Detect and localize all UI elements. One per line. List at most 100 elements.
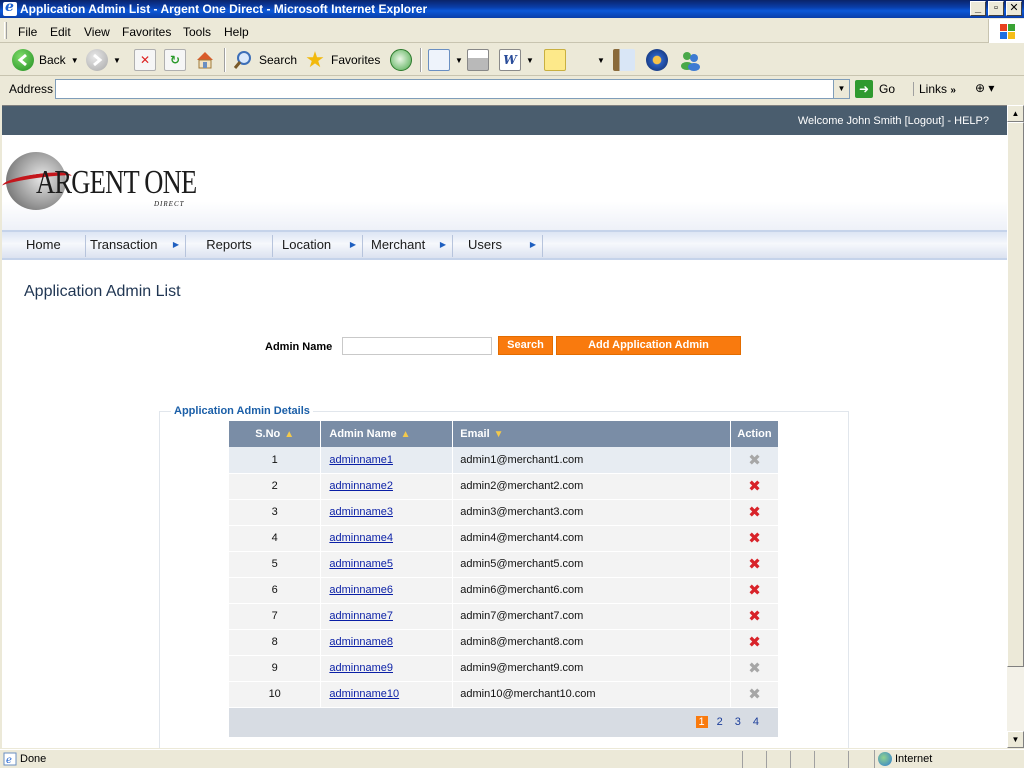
admin-name-link[interactable]: adminname7 bbox=[329, 610, 393, 622]
nav-users[interactable]: Users ▶ bbox=[453, 235, 543, 257]
go-button[interactable]: ➜ Go bbox=[855, 80, 895, 98]
column-header-admin-name[interactable]: Admin Name ▲ bbox=[320, 421, 454, 447]
nav-merchant[interactable]: Merchant ▶ bbox=[363, 235, 453, 257]
edit-button[interactable]: W ▼ bbox=[499, 48, 534, 72]
discuss-button[interactable]: ▼ bbox=[544, 48, 605, 72]
home-button[interactable] bbox=[194, 48, 216, 72]
admin-name-link[interactable]: adminname3 bbox=[329, 506, 393, 518]
toolbar-separator bbox=[420, 48, 422, 72]
mail-button[interactable]: ▼ bbox=[428, 48, 463, 72]
page-title: Application Admin List bbox=[24, 283, 181, 300]
stop-button[interactable]: ✕ bbox=[134, 48, 156, 72]
menu-edit[interactable]: Edit bbox=[50, 25, 71, 39]
row-action-cell: ✖ bbox=[730, 681, 779, 708]
address-dropdown-icon[interactable]: ▼ bbox=[833, 80, 849, 98]
nav-transaction[interactable]: Transaction ▶ bbox=[86, 235, 186, 257]
window-title: Application Admin List - Argent One Dire… bbox=[20, 2, 428, 16]
page-link[interactable]: 3 bbox=[732, 716, 744, 728]
back-dropdown-icon[interactable]: ▼ bbox=[71, 56, 79, 65]
scrollbar-thumb[interactable] bbox=[1007, 122, 1024, 667]
delete-icon[interactable]: ✖ bbox=[748, 608, 761, 625]
favorites-toolbar-button[interactable]: ★ Favorites bbox=[304, 48, 380, 72]
nav-reports[interactable]: Reports bbox=[186, 235, 273, 257]
search-button[interactable]: Search bbox=[498, 336, 553, 355]
print-button[interactable] bbox=[467, 48, 489, 72]
media-button[interactable] bbox=[646, 48, 668, 72]
security-zone: Internet bbox=[874, 750, 1024, 768]
history-button[interactable] bbox=[390, 48, 412, 72]
admin-name-link[interactable]: adminname4 bbox=[329, 532, 393, 544]
welcome-text[interactable]: Welcome John Smith [Logout] - HELP? bbox=[798, 115, 989, 127]
delete-icon[interactable]: ✖ bbox=[748, 478, 761, 495]
nav-home[interactable]: Home bbox=[2, 235, 86, 257]
admin-name-link[interactable]: adminname10 bbox=[329, 688, 399, 700]
delete-icon[interactable]: ✖ bbox=[748, 634, 761, 651]
address-label: Address bbox=[9, 82, 54, 96]
delete-icon[interactable]: ✖ bbox=[748, 530, 761, 547]
add-application-admin-button[interactable]: Add Application Admin bbox=[556, 336, 741, 355]
row-admin-name-cell: adminname2 bbox=[320, 473, 454, 500]
maximize-button[interactable]: ▫ bbox=[988, 1, 1004, 16]
links-button[interactable]: Links » bbox=[913, 82, 956, 96]
page-link[interactable]: 1 bbox=[695, 716, 708, 728]
menu-favorites[interactable]: Favorites bbox=[122, 25, 171, 39]
row-email: admin9@merchant9.com bbox=[452, 655, 731, 682]
admin-name-link[interactable]: adminname6 bbox=[329, 584, 393, 596]
scroll-down-icon[interactable]: ▼ bbox=[1007, 731, 1024, 748]
nav-location[interactable]: Location ▶ bbox=[273, 235, 363, 257]
delete-icon[interactable]: ✖ bbox=[748, 504, 761, 521]
discuss-dropdown-icon[interactable]: ▼ bbox=[597, 56, 605, 65]
close-button[interactable]: ✕ bbox=[1006, 1, 1022, 16]
mail-dropdown-icon[interactable]: ▼ bbox=[455, 56, 463, 65]
admin-name-link[interactable]: adminname1 bbox=[329, 454, 393, 466]
minimize-button[interactable]: _ bbox=[970, 1, 986, 16]
menu-help[interactable]: Help bbox=[224, 25, 249, 39]
table-row: 5 adminname5 admin5@merchant5.com ✖ bbox=[229, 551, 779, 578]
row-sno: 1 bbox=[229, 447, 322, 474]
table-row: 1 adminname1 admin1@merchant1.com ✖ bbox=[229, 447, 779, 474]
refresh-button[interactable]: ↻ bbox=[164, 48, 186, 72]
pagination: 1234 bbox=[229, 707, 779, 738]
history-icon bbox=[390, 49, 412, 71]
back-label: Back bbox=[39, 53, 66, 67]
page-link[interactable]: 4 bbox=[750, 716, 762, 728]
column-header-email[interactable]: Email ▼ bbox=[452, 421, 731, 447]
search-toolbar-button[interactable]: Search bbox=[232, 48, 297, 72]
row-sno: 6 bbox=[229, 577, 322, 604]
delete-icon[interactable]: ✖ bbox=[748, 556, 761, 573]
messenger-button[interactable] bbox=[679, 48, 701, 72]
menubar-grip[interactable] bbox=[4, 22, 7, 39]
admin-name-label: Admin Name bbox=[265, 341, 333, 353]
toolbar-extension-icon[interactable]: ⊕ ▾ bbox=[975, 81, 994, 95]
research-button[interactable] bbox=[613, 48, 635, 72]
menu-file[interactable]: File bbox=[18, 25, 37, 39]
row-action-cell: ✖ bbox=[730, 551, 779, 578]
table-row: 9 adminname9 admin9@merchant9.com ✖ bbox=[229, 655, 779, 682]
window-controls: _ ▫ ✕ bbox=[970, 1, 1022, 16]
forward-dropdown-icon[interactable]: ▼ bbox=[113, 56, 121, 65]
delete-icon[interactable]: ✖ bbox=[748, 582, 761, 599]
argent-one-logo[interactable]: ARGENT ONE DIRECT bbox=[2, 152, 206, 212]
admin-name-link[interactable]: adminname9 bbox=[329, 662, 393, 674]
scroll-up-icon[interactable]: ▲ bbox=[1007, 105, 1024, 122]
row-admin-name-cell: adminname6 bbox=[320, 577, 454, 604]
admin-name-link[interactable]: adminname5 bbox=[329, 558, 393, 570]
admin-name-link[interactable]: adminname2 bbox=[329, 480, 393, 492]
table-row: 7 adminname7 admin7@merchant7.com ✖ bbox=[229, 603, 779, 630]
admin-name-link[interactable]: adminname8 bbox=[329, 636, 393, 648]
forward-button[interactable]: ▼ bbox=[86, 48, 121, 72]
favorites-toolbar-label: Favorites bbox=[331, 53, 381, 67]
address-input[interactable]: ▼ bbox=[55, 79, 850, 99]
admin-name-input[interactable] bbox=[342, 337, 492, 355]
menu-tools[interactable]: Tools bbox=[183, 25, 211, 39]
site-header: ARGENT ONE DIRECT bbox=[2, 135, 1007, 230]
vertical-scrollbar[interactable]: ▲ ▼ bbox=[1007, 105, 1024, 748]
row-action-cell: ✖ bbox=[730, 655, 779, 682]
row-admin-name-cell: adminname8 bbox=[320, 629, 454, 656]
edit-dropdown-icon[interactable]: ▼ bbox=[526, 56, 534, 65]
menu-view[interactable]: View bbox=[84, 25, 110, 39]
row-action-cell: ✖ bbox=[730, 447, 779, 474]
back-button[interactable]: Back ▼ bbox=[12, 48, 79, 72]
page-link[interactable]: 2 bbox=[714, 716, 726, 728]
column-header-sno[interactable]: S.No ▲ bbox=[229, 421, 322, 447]
